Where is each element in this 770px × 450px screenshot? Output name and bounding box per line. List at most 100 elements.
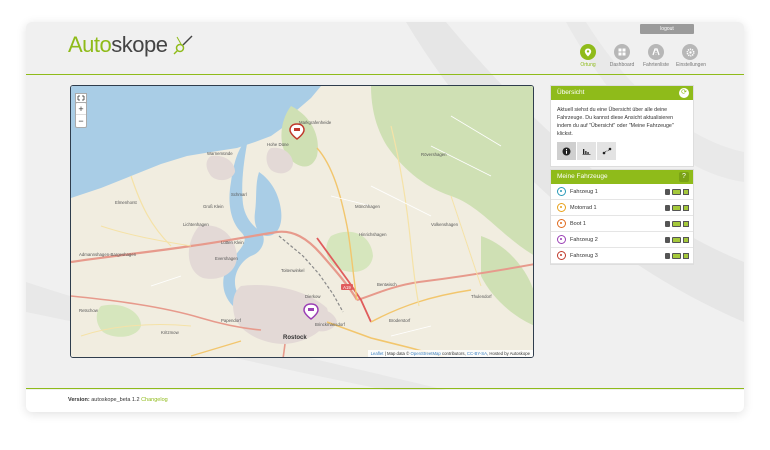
changelog-link[interactable]: Changelog — [141, 397, 168, 403]
map-label-markgrafenheide: Markgrafenheide — [299, 120, 332, 125]
map-label-moenchhagen: Mönchhagen — [355, 204, 380, 209]
map-label-broderstorf: Broderstorf — [389, 318, 411, 323]
map-label-hohe-duene: Hohe Düne — [267, 142, 289, 147]
map-label-luetten-klein: Lütten Klein — [221, 240, 244, 245]
autoskope-logo[interactable]: Autoskope — [68, 32, 168, 58]
vehicle-status-icons — [665, 205, 689, 211]
tab-info[interactable] — [557, 142, 577, 160]
signal-icon — [665, 221, 670, 227]
footer-divider — [26, 388, 744, 389]
attribution-text: contributors, — [440, 351, 467, 356]
header: Autoskope logout Ortung Dashboard Fahrte… — [26, 22, 744, 82]
map-label-thulendorf: Thulendorf — [471, 294, 492, 299]
footer: Version: autoskope_beta 1.2 Changelog — [26, 390, 744, 412]
vehicle-pin-icon — [557, 187, 566, 196]
map-attribution: Leaflet | Map data © OpenStreetMap contr… — [367, 350, 533, 357]
vehicle-row[interactable]: Motorrad 1 — [551, 200, 693, 216]
vehicle-list: Fahrzeug 1 Motorrad 1 Boot 1 Fahrzeug 2 Fahr… — [551, 184, 693, 264]
gear-icon — [682, 44, 698, 60]
nav-label: Fahrtenliste — [642, 62, 670, 68]
vehicle-status-icons — [665, 221, 689, 227]
tab-statistics[interactable] — [577, 142, 597, 160]
overview-header[interactable]: Übersicht ⟳ — [551, 86, 693, 100]
vehicle-pin-icon — [557, 219, 566, 228]
vehicle-pin-icon — [557, 251, 566, 260]
map-label-schmarl: Schmarl — [231, 192, 247, 197]
power-icon — [683, 237, 689, 243]
map-label-roevershagen: Rövershagen — [421, 152, 447, 157]
vehicles-header[interactable]: Meine Fahrzeuge ? — [551, 170, 693, 184]
power-icon — [683, 205, 689, 211]
map-label-retschow: Retschow — [79, 308, 99, 313]
battery-icon — [672, 189, 681, 195]
info-icon — [562, 147, 571, 155]
signal-icon — [665, 189, 670, 195]
vehicle-name: Fahrzeug 2 — [570, 236, 598, 243]
bar-chart-icon — [582, 149, 591, 155]
zoom-in-button[interactable]: + — [76, 103, 86, 115]
map-label-warnemuende: Warnemünde — [207, 151, 233, 156]
map-canvas[interactable]: A19 Rostock Warnemünde Hohe Düne Markgra… — [71, 86, 534, 358]
battery-icon — [672, 205, 681, 211]
help-icon[interactable]: ? — [679, 172, 689, 182]
logo-text-skope: skope — [111, 32, 168, 57]
vehicle-pin-icon — [557, 235, 566, 244]
battery-icon — [672, 253, 681, 259]
power-icon — [683, 253, 689, 259]
battery-icon — [672, 237, 681, 243]
vehicle-name: Motorrad 1 — [570, 204, 597, 211]
version-info: Version: autoskope_beta 1.2 Changelog — [68, 397, 168, 403]
map-label-toitenwinkel: Toitenwinkel — [281, 268, 304, 273]
vehicles-panel: Meine Fahrzeuge ? Fahrzeug 1 Motorrad 1 Bo… — [550, 169, 694, 265]
signal-icon — [665, 253, 670, 259]
overview-tabs — [551, 142, 693, 166]
vehicle-status-icons — [665, 253, 689, 259]
nav-fahrtenliste[interactable]: Fahrtenliste — [642, 44, 670, 68]
nav-einstellungen[interactable]: Einstellungen — [676, 44, 707, 68]
vehicle-pin-icon — [557, 203, 566, 212]
version-value: autoskope_beta 1.2 — [89, 397, 142, 403]
tab-routes[interactable] — [597, 142, 617, 160]
nav-ortung[interactable]: Ortung — [574, 44, 602, 68]
dashboard-grid-icon — [614, 44, 630, 60]
map-label-lichtenhagen: Lichtenhagen — [183, 222, 209, 227]
signal-icon — [665, 205, 670, 211]
vehicle-row[interactable]: Fahrzeug 3 — [551, 248, 693, 264]
zoom-out-button[interactable]: − — [76, 115, 86, 127]
attribution-text: | Map data © — [383, 351, 411, 356]
vehicle-row[interactable]: Fahrzeug 2 — [551, 232, 693, 248]
vehicle-status-icons — [665, 237, 689, 243]
map-view[interactable]: A19 Rostock Warnemünde Hohe Düne Markgra… — [70, 85, 534, 358]
cc-by-sa-link[interactable]: CC-BY-SA — [467, 351, 487, 356]
leaflet-link[interactable]: Leaflet — [371, 351, 384, 356]
vehicle-row[interactable]: Boot 1 — [551, 216, 693, 232]
nav-label: Dashboard — [609, 62, 635, 68]
overview-text: Aktuell siehst du eine Übersicht über al… — [557, 107, 674, 137]
header-divider — [26, 74, 744, 75]
map-label-gross-klein: Groß Klein — [203, 204, 224, 209]
overview-panel: Übersicht ⟳ Aktuell siehst du eine Übers… — [550, 85, 694, 167]
map-label-volkenshagen: Volkenshagen — [431, 222, 459, 227]
power-icon — [683, 221, 689, 227]
logo-text-auto: Auto — [68, 32, 112, 57]
map-label-brinckmansdorf: Brinckmansdorf — [315, 322, 346, 327]
vehicle-name: Fahrzeug 3 — [570, 252, 598, 259]
vehicles-title: Meine Fahrzeuge — [557, 173, 608, 180]
power-icon — [683, 189, 689, 195]
map-label-a19: A19 — [343, 285, 351, 290]
osm-link[interactable]: OpenStreetMap — [410, 351, 440, 356]
nav-label: Einstellungen — [676, 62, 707, 68]
fullscreen-button[interactable] — [75, 90, 87, 103]
main-nav: Ortung Dashboard Fahrtenliste Einstellun… — [574, 44, 707, 68]
zoom-control: + − — [75, 102, 87, 128]
overview-title: Übersicht — [557, 89, 585, 96]
map-label-dierkow: Dierkow — [305, 294, 321, 299]
refresh-icon[interactable]: ⟳ — [679, 88, 689, 98]
vehicle-row[interactable]: Fahrzeug 1 — [551, 184, 693, 200]
route-dots-icon — [602, 147, 611, 155]
nav-label: Ortung — [580, 62, 596, 68]
map-label-kritzmow: Kritzmow — [161, 330, 180, 335]
logout-button[interactable]: logout — [640, 24, 694, 34]
nav-dashboard[interactable]: Dashboard — [608, 44, 636, 68]
map-label-evershagen: Evershagen — [215, 256, 239, 261]
